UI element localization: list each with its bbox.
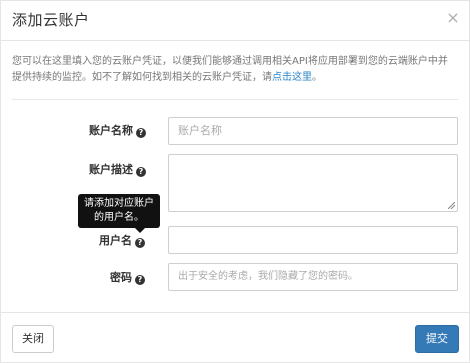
- dialog-header: 添加云账户 ×: [1, 1, 469, 41]
- account-name-input[interactable]: 账户名称: [168, 117, 458, 145]
- dialog-description: 您可以在这里填入您的云账户凭证，以便我们能够通过调用相关API将应用部署到您的云…: [12, 54, 456, 86]
- description-tail: 。: [312, 72, 322, 83]
- tooltip-line-2: 的用户名。: [94, 212, 144, 223]
- password-label: 密码?: [110, 269, 145, 285]
- account-name-label: 账户名称?: [89, 122, 146, 138]
- account-desc-textarea[interactable]: [168, 154, 458, 212]
- username-tooltip: 请添加对应账户 的用户名。: [78, 194, 160, 228]
- add-cloud-account-dialog: 添加云账户 × 您可以在这里填入您的云账户凭证，以便我们能够通过调用相关API将…: [0, 0, 470, 363]
- account-desc-label-text: 账户描述: [89, 163, 133, 176]
- username-input[interactable]: [168, 226, 458, 254]
- username-label: 用户名?: [99, 232, 145, 248]
- dialog-title: 添加云账户: [12, 11, 90, 29]
- close-button[interactable]: 关闭: [12, 325, 54, 353]
- account-desc-label: 账户描述?: [89, 161, 146, 177]
- description-text: 您可以在这里填入您的云账户凭证，以便我们能够通过调用相关API将应用部署到您的云…: [12, 56, 448, 83]
- close-icon[interactable]: ×: [446, 10, 460, 26]
- help-icon[interactable]: ?: [136, 128, 146, 138]
- password-label-text: 密码: [110, 271, 132, 284]
- click-here-link[interactable]: 点击这里: [272, 72, 312, 83]
- help-icon[interactable]: ?: [135, 238, 145, 248]
- divider: [12, 99, 458, 100]
- password-input[interactable]: 出于安全的考虑，我们隐藏了您的密码。: [168, 263, 458, 291]
- submit-button[interactable]: 提交: [415, 325, 459, 353]
- account-name-label-text: 账户名称: [89, 124, 133, 137]
- username-label-text: 用户名: [99, 234, 132, 247]
- footer-divider: [1, 312, 469, 313]
- help-icon[interactable]: ?: [135, 275, 145, 285]
- help-icon[interactable]: ?: [136, 167, 146, 177]
- tooltip-line-1: 请添加对应账户: [84, 198, 154, 209]
- resize-handle-icon[interactable]: [448, 202, 455, 209]
